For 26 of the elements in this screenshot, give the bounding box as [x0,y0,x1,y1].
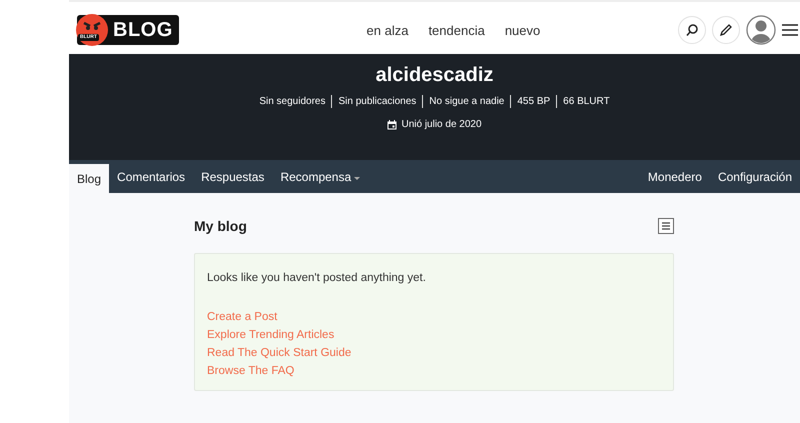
profile-tab[interactable]: Blog [69,164,110,193]
edit-button[interactable] [712,16,740,44]
search-icon [685,23,699,37]
profile-stat: Sin publicaciones [337,96,418,107]
join-date: Unió julio de 2020 [401,119,482,130]
profile-tab[interactable]: Monedero [640,160,710,193]
profile-tab[interactable]: Respuestas [193,160,272,193]
profile-tab[interactable]: Recompensa [272,160,368,193]
profile-stat: 455 BP [516,96,552,107]
section-title: My blog [194,218,247,234]
search-button[interactable] [678,16,706,44]
calendar-icon [387,120,398,130]
nav-link[interactable]: tendencia [428,22,485,38]
avatar-icon[interactable] [746,15,776,45]
profile-tab[interactable]: Configuración [710,160,800,193]
profile-stat: 66 BLURT [562,96,611,107]
list-view-icon[interactable] [658,218,674,234]
nav-link[interactable]: en alza [366,22,408,38]
menu-icon[interactable] [782,23,798,37]
empty-message: Looks like you haven't posted anything yet. [207,272,427,284]
profile-name: alcidescadiz [376,63,494,87]
profile-tab[interactable]: Comentarios [109,160,194,193]
profile-stat: No sigue a nadie [428,96,506,107]
nav-link[interactable]: nuevo [504,22,540,38]
pencil-icon [719,23,733,37]
profile-stat: Sin seguidores [258,96,326,107]
